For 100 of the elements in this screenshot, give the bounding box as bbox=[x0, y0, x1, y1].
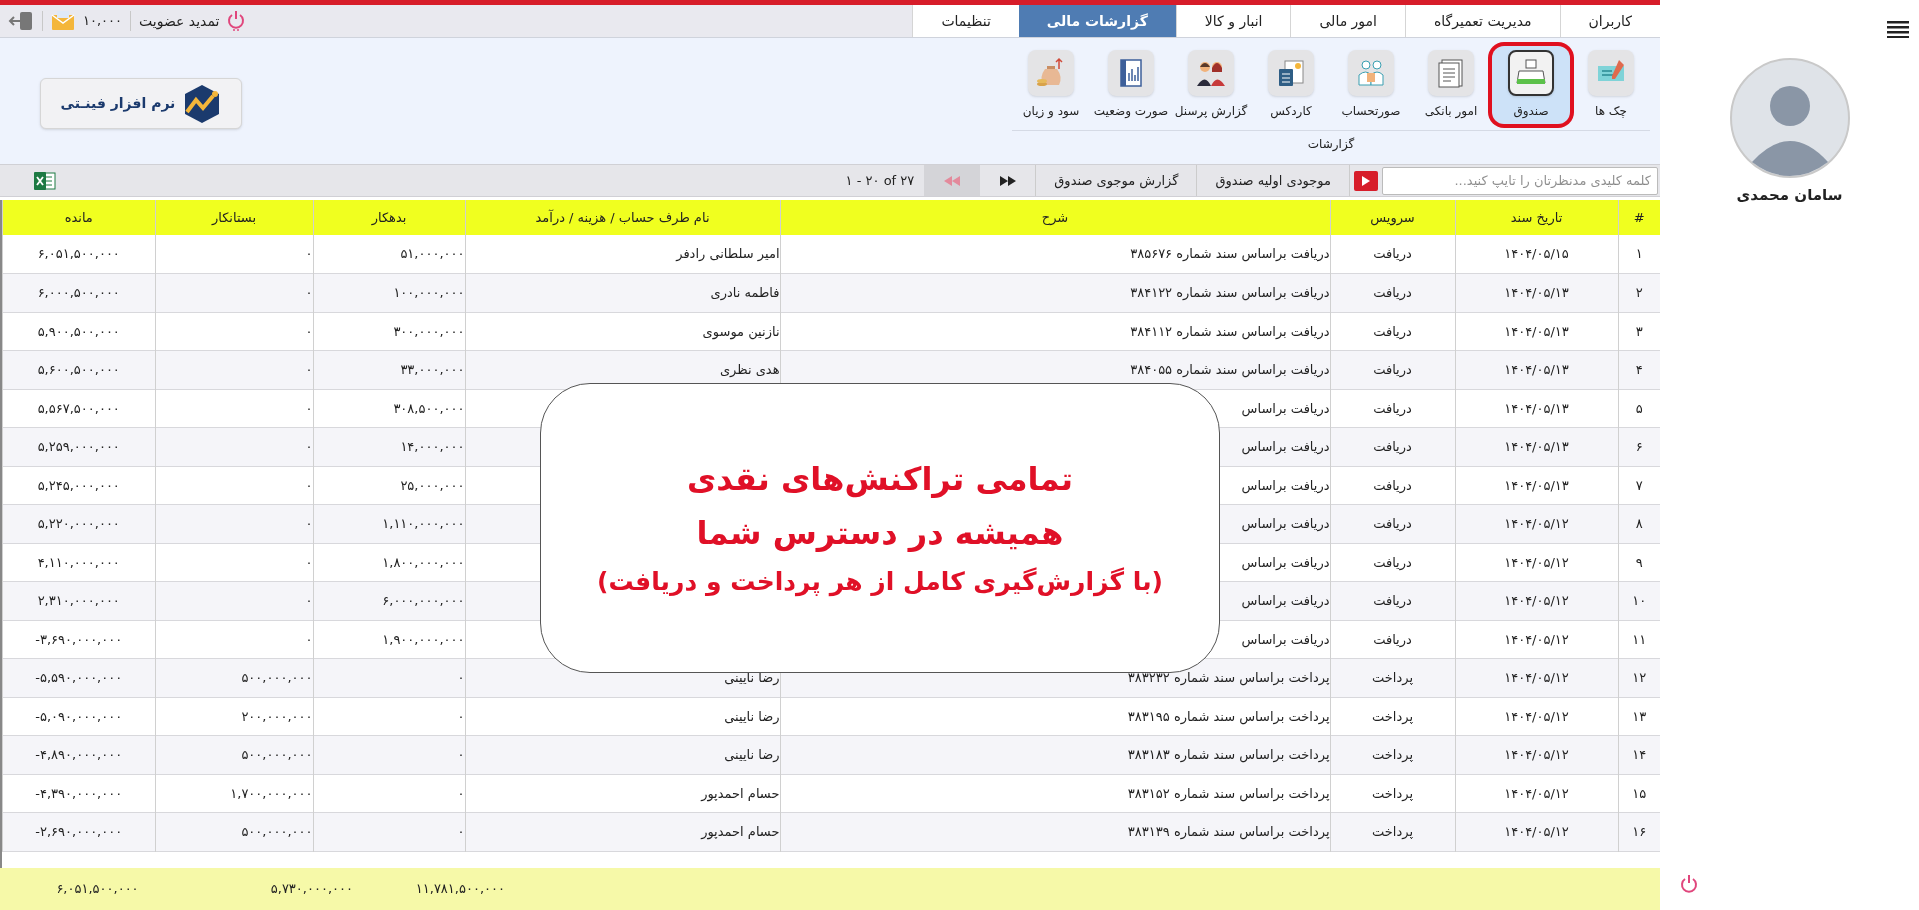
table-cell: ۶,۰۵۱,۵۰۰,۰۰۰ bbox=[37, 246, 120, 262]
table-cell: پرداخت bbox=[1372, 824, 1413, 839]
table-cell: دریافت bbox=[1373, 477, 1412, 493]
table-cell: ۱۴۰۴/۰۵/۱۳ bbox=[1504, 323, 1569, 339]
table-cell: ۴ bbox=[1635, 362, 1643, 377]
table-cell: ۸ bbox=[1635, 516, 1643, 531]
rewind-icon bbox=[944, 175, 961, 186]
user-name: سامان محمدی bbox=[1736, 185, 1843, 206]
logo-icon bbox=[183, 83, 222, 124]
table-cell: ۱۴۰۴/۰۵/۱۲ bbox=[1504, 670, 1569, 685]
table-cell: ۶,۰۰۰,۵۰۰,۰۰۰ bbox=[37, 285, 120, 300]
menu-tab[interactable]: تنظیمات bbox=[912, 5, 1019, 37]
table-cell: ۱۰۰,۰۰۰,۰۰۰ bbox=[393, 285, 465, 300]
table-cell: دریافت براساس bbox=[1241, 554, 1330, 570]
people-icon bbox=[1355, 57, 1387, 89]
table-cell: ۰ bbox=[305, 439, 313, 454]
total-value: ۱۱,۷۸۱,۵۰۰,۰۰۰ bbox=[415, 881, 505, 897]
table-cell: ۳۳,۰۰۰,۰۰۰ bbox=[400, 362, 465, 377]
table-cell: -۵,۵۹۰,۰۰۰,۰۰۰ bbox=[35, 670, 123, 685]
table-cell: ۱۲ bbox=[1632, 670, 1647, 685]
table-cell: ۱,۹۰۰,۰۰۰,۰۰۰ bbox=[382, 631, 465, 647]
table-cell: امیر سلطانی رادفر bbox=[676, 246, 780, 262]
sms-credit: ۱۰,۰۰۰ bbox=[83, 12, 123, 31]
table-cell: ۵۰۰,۰۰۰,۰۰۰ bbox=[241, 670, 313, 685]
table-cell: ۲۰۰,۰۰۰,۰۰۰ bbox=[241, 708, 313, 724]
menu-tab[interactable]: گزارشات مالی bbox=[1018, 5, 1176, 37]
table-cell: رضا نایینی bbox=[724, 708, 780, 724]
table-cell: دریافت bbox=[1373, 285, 1412, 300]
table-cell: ۵,۹۰۰,۵۰۰,۰۰۰ bbox=[37, 323, 120, 339]
ribbon-button[interactable]: کاردکس bbox=[1252, 46, 1330, 124]
table-cell: ۵,۵۶۷,۵۰۰,۰۰۰ bbox=[37, 400, 120, 416]
table-cell: رضا نایینی bbox=[724, 670, 780, 685]
table-cell: هدی نظری bbox=[719, 362, 780, 377]
table-cell: ۵,۲۵۹,۰۰۰,۰۰۰ bbox=[37, 439, 120, 454]
ribbon-button[interactable]: صورت وضعیت bbox=[1092, 46, 1170, 124]
table-cell: ۰ bbox=[305, 554, 313, 570]
table-cell: دریافت bbox=[1373, 246, 1412, 262]
ribbon-button[interactable]: امور بانکی bbox=[1412, 46, 1490, 124]
table-cell: پرداخت bbox=[1372, 708, 1413, 724]
promo-headline: تمامی تراکنش‌های نقدی bbox=[686, 459, 1074, 501]
play-button[interactable] bbox=[1354, 170, 1378, 191]
page-info: ۱ - ۲۰ of ۲۷ bbox=[844, 171, 916, 190]
fast-forward-icon bbox=[999, 175, 1016, 186]
table-cell: دریافت bbox=[1373, 439, 1412, 454]
table-cell: دریافت bbox=[1373, 554, 1412, 570]
table-cell: ۲۵,۰۰۰,۰۰۰ bbox=[400, 477, 465, 493]
action-button[interactable]: گزارش موجوی صندوق bbox=[1036, 165, 1198, 196]
table-cell: ۱۴۰۴/۰۵/۱۳ bbox=[1504, 285, 1569, 300]
table-cell: پرداخت bbox=[1372, 747, 1413, 762]
table-cell: ۱۴۰۴/۰۵/۱۳ bbox=[1504, 439, 1569, 454]
table-cell: فاطمه نادری bbox=[710, 285, 780, 300]
ribbon-button[interactable]: چک ها bbox=[1572, 46, 1650, 124]
table-cell: دریافت براساس bbox=[1241, 516, 1330, 531]
menu-tab[interactable]: امور مالی bbox=[1290, 5, 1405, 37]
exit-icon[interactable] bbox=[8, 10, 34, 32]
renew-membership-link[interactable]: تمدید عضویت bbox=[139, 10, 220, 32]
table-cell: ۱۱ bbox=[1632, 631, 1647, 647]
table-cell: ۰ bbox=[305, 362, 313, 377]
table-cell: ۱۴۰۴/۰۵/۱۲ bbox=[1504, 824, 1569, 839]
table-cell: ۰ bbox=[305, 593, 313, 608]
menu-icon[interactable] bbox=[1887, 20, 1909, 38]
action-button[interactable]: موجودی اولیه صندوق bbox=[1197, 165, 1350, 196]
play-icon bbox=[1362, 175, 1370, 186]
table-cell: ۱۴۰۴/۰۵/۱۲ bbox=[1504, 554, 1569, 570]
table-cell: ۰ bbox=[457, 747, 465, 762]
table-cell: ۹ bbox=[1635, 554, 1643, 570]
table-cell: دریافت bbox=[1373, 362, 1412, 377]
table-cell: حسام احمدپور bbox=[701, 824, 780, 839]
table-cell: ۱۰ bbox=[1632, 593, 1647, 608]
power-icon[interactable] bbox=[1680, 874, 1698, 894]
table-cell: ۰ bbox=[457, 708, 465, 724]
table-cell: پرداخت bbox=[1372, 785, 1413, 801]
table-cell: پرداخت براساس سند شماره ۳۸۳۱۳۹ bbox=[1127, 824, 1330, 839]
table-cell: دریافت براساس سند شماره ۳۸۵۶۷۶ bbox=[1130, 246, 1330, 262]
table-cell: ۲,۳۱۰,۰۰۰,۰۰۰ bbox=[37, 593, 120, 608]
power-icon[interactable] bbox=[227, 10, 246, 32]
table-cell: ۱۴۰۴/۰۵/۱۲ bbox=[1504, 708, 1569, 724]
menu-tab[interactable]: انبار و کالا bbox=[1175, 5, 1291, 37]
ribbon-button[interactable]: گزارش پرسنل bbox=[1172, 46, 1250, 124]
table-cell: ۰ bbox=[457, 824, 465, 839]
table-cell: -۵,۰۹۰,۰۰۰,۰۰۰ bbox=[35, 708, 123, 724]
promo-headline: همیشه در دسترس شما bbox=[696, 513, 1064, 555]
table-cell: دریافت براساس bbox=[1241, 477, 1330, 493]
table-cell: دریافت براساس سند شماره ۳۸۴۱۱۲ bbox=[1130, 323, 1330, 339]
ribbon-button[interactable]: صورتحساب bbox=[1332, 46, 1410, 124]
ribbon-button[interactable]: سود و زیان bbox=[1012, 46, 1090, 124]
excel-icon[interactable] bbox=[34, 170, 56, 191]
table-cell: پرداخت bbox=[1372, 670, 1413, 685]
menu-tab[interactable]: کاربران bbox=[1559, 5, 1660, 37]
logo-button[interactable]: نرم افزار فینـتی bbox=[40, 78, 242, 129]
table-cell: ۱,۱۱۰,۰۰۰,۰۰۰ bbox=[382, 516, 465, 531]
table-cell: ۶,۰۰۰,۰۰۰,۰۰۰ bbox=[382, 593, 465, 608]
table-cell: -۴,۳۹۰,۰۰۰,۰۰۰ bbox=[35, 785, 123, 801]
table-cell: ۳۰۰,۰۰۰,۰۰۰ bbox=[393, 323, 465, 339]
menu-tab[interactable]: مدیریت تعمیرگاه bbox=[1405, 5, 1560, 37]
search-field[interactable]: کلمه کلیدی مدنظرتان را تایپ کنید... bbox=[1382, 166, 1658, 195]
table-cell: ۱,۸۰۰,۰۰۰,۰۰۰ bbox=[382, 554, 465, 570]
table-cell: رضا نایینی bbox=[724, 747, 780, 762]
table-cell: ۱۴۰۴/۰۵/۱۲ bbox=[1504, 516, 1569, 531]
table-cell: دریافت bbox=[1373, 631, 1412, 647]
